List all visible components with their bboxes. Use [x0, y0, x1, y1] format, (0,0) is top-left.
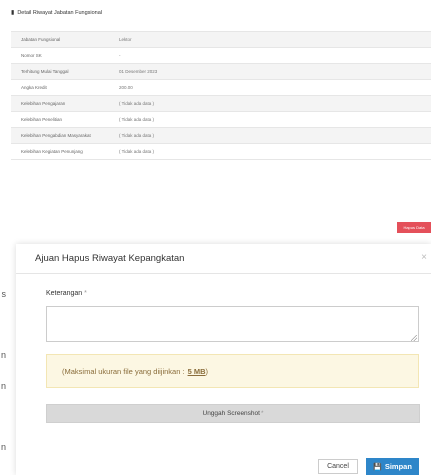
hapus-data-button[interactable]: Hapus Data: [397, 222, 431, 233]
background-text-fragment: n: [0, 350, 6, 360]
table-row: Angka Kredit 200.00: [11, 79, 431, 96]
table-row: Kelebihan Pengabdian Masyarakat ( Tidak …: [11, 127, 431, 144]
file-size-info-alert: (Maksimal ukuran file yang diijinkan : 5…: [46, 354, 419, 388]
row-value: ( Tidak ada data ): [119, 95, 431, 112]
background-text-fragment: n: [0, 442, 6, 452]
row-value: Lektor: [119, 31, 431, 48]
required-mark: *: [260, 410, 264, 417]
row-value: ( Tidak ada data ): [119, 143, 431, 160]
table-row: Kelebihan Pengajaran ( Tidak ada data ): [11, 95, 431, 112]
detail-title-text: Detail Riwayat Jabatan Fungsional: [17, 9, 102, 16]
cancel-button[interactable]: Cancel: [318, 459, 358, 474]
row-label: Nomor SK: [11, 47, 119, 64]
info-close: ): [205, 366, 208, 376]
row-value: -: [119, 47, 431, 64]
modal-header: Ajuan Hapus Riwayat Kepangkatan ×: [16, 244, 431, 274]
background-text-fragment: n: [0, 381, 6, 391]
row-label: Kelebihan Pengabdian Masyarakat: [11, 127, 119, 144]
table-row: Nomor SK -: [11, 47, 431, 64]
row-label: Angka Kredit: [11, 79, 119, 96]
resize-handle-icon[interactable]: [411, 335, 417, 341]
background-text-fragment: s: [1, 289, 7, 299]
modal-title: Ajuan Hapus Riwayat Kepangkatan: [35, 253, 185, 264]
row-value: 01 Desember 2023: [119, 63, 431, 80]
keterangan-label-text: Keterangan: [46, 290, 83, 297]
save-button[interactable]: 💾 Simpan: [366, 458, 419, 475]
row-value: 200.00: [119, 79, 431, 96]
table-row: Kelebihan Kegiatan Penunjang ( Tidak ada…: [11, 143, 431, 160]
detail-section-title: ▮ Detail Riwayat Jabatan Fungsional: [11, 9, 102, 17]
row-label: Terhitung Mulai Tanggal: [11, 63, 119, 80]
table-row: Jabatan Fungsional Lektor: [11, 31, 431, 48]
book-icon: ▮: [11, 10, 15, 16]
row-label: Jabatan Fungsional: [11, 31, 119, 48]
row-label: Kelebihan Pengajaran: [11, 95, 119, 112]
info-text: (Maksimal ukuran file yang diijinkan :: [62, 366, 185, 376]
row-value: ( Tidak ada data ): [119, 111, 431, 128]
info-size: 5 MB: [187, 366, 206, 376]
table-row: Terhitung Mulai Tanggal 01 Desember 2023: [11, 63, 431, 80]
upload-screenshot-button[interactable]: Unggah Screenshot *: [46, 404, 420, 423]
save-icon: 💾: [373, 463, 382, 471]
required-mark: *: [84, 290, 87, 297]
keterangan-textarea[interactable]: [46, 306, 419, 342]
detail-table: Jabatan Fungsional Lektor Nomor SK - Ter…: [11, 31, 431, 160]
row-label: Kelebihan Kegiatan Penunjang: [11, 143, 119, 160]
row-value: ( Tidak ada data ): [119, 127, 431, 144]
keterangan-label: Keterangan *: [46, 290, 87, 297]
upload-label: Unggah Screenshot: [202, 410, 260, 417]
table-row: Kelebihan Penelitian ( Tidak ada data ): [11, 111, 431, 128]
save-label: Simpan: [384, 462, 412, 471]
row-label: Kelebihan Penelitian: [11, 111, 119, 128]
close-icon[interactable]: ×: [421, 252, 427, 263]
delete-request-modal: Ajuan Hapus Riwayat Kepangkatan × Ketera…: [16, 244, 431, 475]
